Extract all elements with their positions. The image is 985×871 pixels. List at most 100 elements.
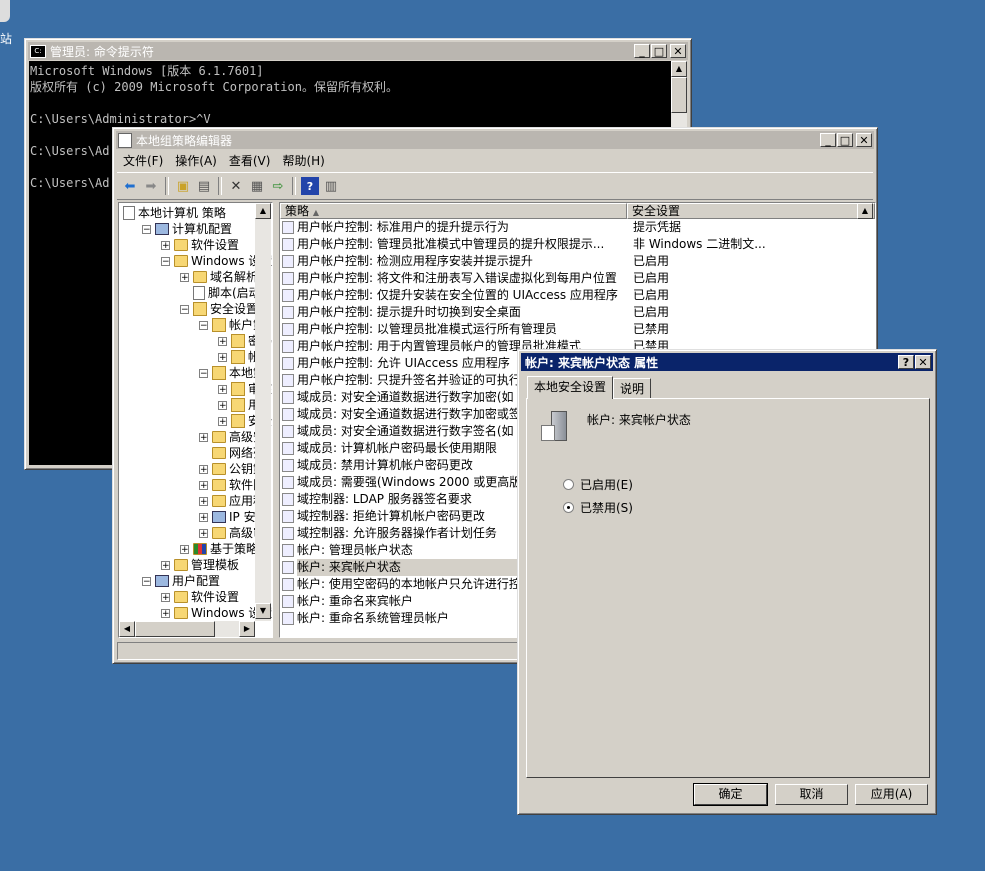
tree-scrollbar[interactable]: ▲ ▼ xyxy=(255,203,271,621)
tree-item[interactable]: − 用户配置 xyxy=(142,573,220,589)
gpedit-title: 本地组策略编辑器 xyxy=(136,133,233,148)
expand-icon[interactable]: + xyxy=(161,560,170,570)
expand-icon[interactable]: + xyxy=(161,608,170,618)
back-arrow-icon[interactable]: ⬅ xyxy=(121,177,139,195)
disabled-radio[interactable]: 已禁用(S) xyxy=(563,499,633,516)
policy-row[interactable]: 用户帐户控制: 检测应用程序安装并提示提升 已启用 xyxy=(282,253,875,270)
scroll-up-button[interactable]: ▲ xyxy=(255,203,271,219)
scroll-left-button[interactable]: ◀ xyxy=(119,621,135,637)
scroll-right-button[interactable]: ▶ xyxy=(239,621,255,637)
collapse-icon[interactable]: − xyxy=(180,304,189,314)
expand-icon[interactable]: + xyxy=(218,336,227,346)
policy-row[interactable]: 用户帐户控制: 管理员批准模式中管理员的提升权限提示... 非 Windows 二… xyxy=(282,236,875,253)
policy-icon xyxy=(282,255,294,268)
ipsec-icon xyxy=(212,511,226,523)
help-button[interactable]: ? xyxy=(898,355,914,369)
gpedit-titlebar[interactable]: 本地组策略编辑器 _ □ ✕ xyxy=(116,131,874,149)
tree-item[interactable]: + 软件设置 xyxy=(161,589,239,605)
console-line: C:\Users\Administrator>^V xyxy=(30,112,211,126)
apply-button[interactable]: 应用(A) xyxy=(855,784,928,805)
expand-icon[interactable]: + xyxy=(199,480,208,490)
tree-item[interactable]: 本地计算机 策略 xyxy=(123,205,226,221)
delete-icon[interactable]: ✕ xyxy=(227,177,245,195)
maximize-button[interactable]: □ xyxy=(651,44,667,58)
expand-icon[interactable]: + xyxy=(180,272,189,282)
dialog-titlebar[interactable]: 帐户: 来宾帐户状态 属性 ? ✕ xyxy=(521,353,933,371)
list-scrollbar[interactable]: ▲ xyxy=(857,203,873,219)
forward-arrow-icon[interactable]: ➡ xyxy=(142,177,160,195)
scroll-thumb[interactable] xyxy=(135,621,215,637)
collapse-icon[interactable]: − xyxy=(199,320,208,330)
console-tree-icon[interactable]: ▥ xyxy=(322,177,340,195)
minimize-button[interactable]: _ xyxy=(820,133,836,147)
radio-indicator[interactable] xyxy=(563,502,574,513)
tab-local-security-setting[interactable]: 本地安全设置 xyxy=(527,376,614,399)
expand-icon[interactable]: + xyxy=(199,496,208,506)
policy-row[interactable]: 用户帐户控制: 将文件和注册表写入错误虚拟化到每用户位置 已启用 xyxy=(282,270,875,287)
tree-item[interactable]: − 计算机配置 xyxy=(142,221,232,237)
menu-view[interactable]: 查看(V) xyxy=(229,152,271,169)
scroll-up-button[interactable]: ▲ xyxy=(857,203,873,219)
folder-icon xyxy=(212,463,226,475)
expand-icon[interactable]: + xyxy=(199,528,208,538)
column-header-setting[interactable]: 安全设置 xyxy=(627,203,875,219)
expand-icon[interactable]: + xyxy=(218,352,227,362)
maximize-button[interactable]: □ xyxy=(837,133,853,147)
expand-icon[interactable]: + xyxy=(218,416,227,426)
properties-icon[interactable]: ▦ xyxy=(248,177,266,195)
expand-icon[interactable]: + xyxy=(199,432,208,442)
ok-button[interactable]: 确定 xyxy=(693,783,768,806)
tree-pane[interactable]: 本地计算机 策略 − 计算机配置 + 软件设置 − Windows 设置 + 域名解析策 脚本(启… xyxy=(118,202,273,638)
expand-icon[interactable]: + xyxy=(218,384,227,394)
scroll-thumb[interactable] xyxy=(671,77,687,113)
cmd-titlebar[interactable]: C: 管理员: 命令提示符 _ □ ✕ xyxy=(28,42,688,60)
policy-row[interactable]: 用户帐户控制: 仅提升安装在安全位置的 UIAccess 应用程序 已启用 xyxy=(282,287,875,304)
policy-icon xyxy=(282,272,294,285)
policy-row[interactable]: 用户帐户控制: 标准用户的提升提示行为 提示凭据 xyxy=(282,219,875,236)
expand-icon[interactable]: + xyxy=(199,512,208,522)
collapse-icon[interactable]: − xyxy=(142,224,151,234)
close-button[interactable]: ✕ xyxy=(670,44,686,58)
radio-indicator[interactable] xyxy=(563,479,574,490)
menu-action[interactable]: 操作(A) xyxy=(175,152,217,169)
expand-icon[interactable]: + xyxy=(180,544,189,554)
enabled-radio[interactable]: 已启用(E) xyxy=(563,476,633,493)
policy-name-cell: 用户帐户控制: 管理员批准模式中管理员的提升权限提示... xyxy=(297,237,605,251)
tree-hscrollbar[interactable]: ◀ ▶ xyxy=(119,621,255,637)
expand-icon[interactable]: + xyxy=(218,400,227,410)
folder-icon xyxy=(174,607,188,619)
tree-item[interactable]: + 软件设置 xyxy=(161,237,239,253)
show-hide-tree-icon[interactable]: ▤ xyxy=(195,177,213,195)
expand-icon[interactable]: + xyxy=(161,240,170,250)
help-icon[interactable]: ? xyxy=(301,177,319,195)
close-button[interactable]: ✕ xyxy=(856,133,872,147)
scroll-up-button[interactable]: ▲ xyxy=(671,61,687,77)
tree-item[interactable]: 脚本(启动 xyxy=(180,285,261,301)
properties-dialog: 帐户: 来宾帐户状态 属性 ? ✕ 本地安全设置 说明 帐户: 来宾帐户状态 已… xyxy=(517,349,937,815)
folder-icon xyxy=(212,447,226,459)
policy-row[interactable]: 用户帐户控制: 以管理员批准模式运行所有管理员 已禁用 xyxy=(282,321,875,338)
cancel-button[interactable]: 取消 xyxy=(775,784,848,805)
desktop-icon[interactable] xyxy=(0,0,10,22)
export-list-icon[interactable]: ⇨ xyxy=(269,177,287,195)
dialog-title: 帐户: 来宾帐户状态 属性 xyxy=(525,355,659,370)
policy-row[interactable]: 用户帐户控制: 提示提升时切换到安全桌面 已启用 xyxy=(282,304,875,321)
collapse-icon[interactable]: − xyxy=(199,368,208,378)
minimize-button[interactable]: _ xyxy=(634,44,650,58)
collapse-icon[interactable]: − xyxy=(161,256,170,266)
up-folder-icon[interactable]: ▣ xyxy=(174,177,192,195)
close-button[interactable]: ✕ xyxy=(915,355,931,369)
tree-item[interactable]: − 安全设置 xyxy=(180,301,258,317)
expand-icon[interactable]: + xyxy=(161,592,170,602)
tab-explain[interactable]: 说明 xyxy=(613,378,652,399)
user-icon xyxy=(155,575,169,587)
menu-file[interactable]: 文件(F) xyxy=(123,152,163,169)
tree-item[interactable]: + 管理模板 xyxy=(161,557,239,573)
menu-help[interactable]: 帮助(H) xyxy=(282,152,324,169)
scroll-down-button[interactable]: ▼ xyxy=(255,603,271,619)
column-header-policy[interactable]: 策略 ▲ xyxy=(280,203,627,219)
security-setting-cell: 提示凭据 xyxy=(633,220,682,234)
expand-icon[interactable]: + xyxy=(199,464,208,474)
collapse-icon[interactable]: − xyxy=(142,576,151,586)
